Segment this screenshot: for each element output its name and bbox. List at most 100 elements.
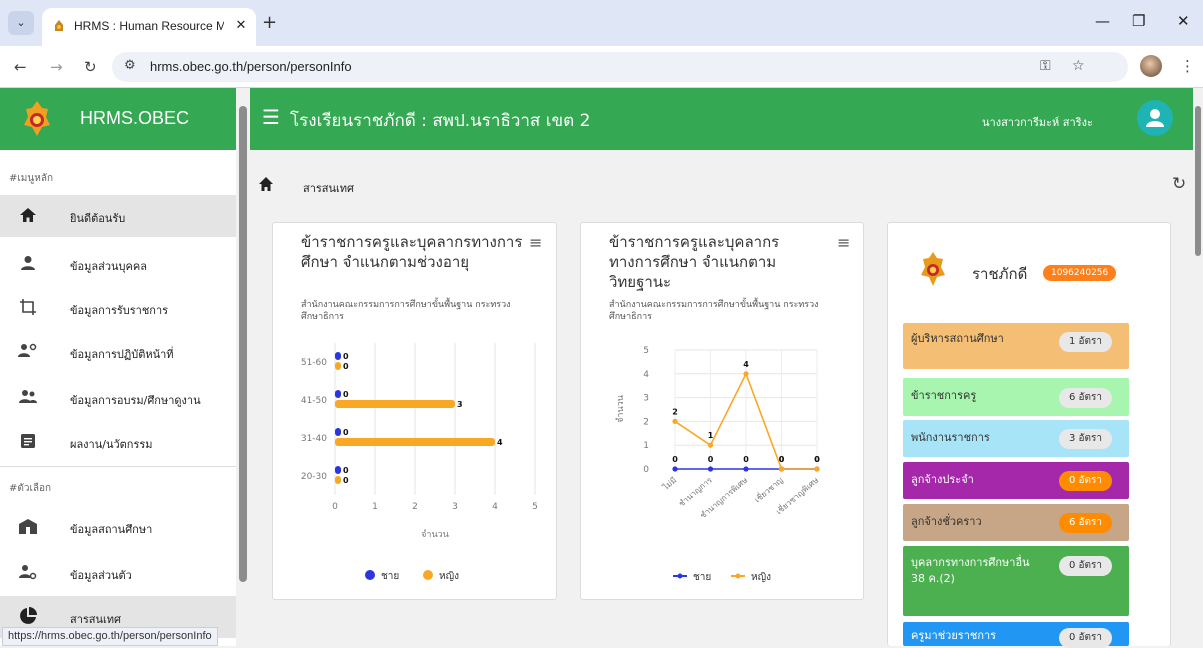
data-label: 1 [708, 431, 714, 440]
sidebar-item-training-info[interactable]: ข้อมูลการอบรม/ศึกษาดูงาน [0, 377, 236, 419]
y-tick-label: 51-60 [301, 358, 327, 368]
legend-label: หญิง [439, 571, 459, 582]
profile-avatar-icon[interactable] [1140, 55, 1162, 77]
stat-badge: 0 อัตรา [1059, 628, 1113, 648]
tab-search-button[interactable]: ⌄ [8, 11, 34, 35]
bar-female [335, 476, 341, 484]
sidebar-scroll-thumb[interactable] [239, 106, 247, 582]
y-tick-label: 41-50 [301, 396, 327, 406]
hamburger-menu-icon[interactable]: ☰ [262, 107, 280, 127]
sidebar-item-label: ข้อมูลการปฏิบัติหน้าที่ [70, 348, 174, 361]
tab-title: HRMS : Human Resource Mana [74, 19, 224, 33]
x-tick-label: 5 [532, 502, 538, 512]
back-icon[interactable]: ← [14, 58, 27, 76]
stat-label: ลูกจ้างชั่วคราว [911, 515, 982, 528]
person-settings-icon [18, 563, 38, 583]
stat-label: บุคลากรทางการศึกษาอื่น 38 ค.(2) [911, 556, 1030, 585]
x-tick-label: เชี่ยวชาญ [752, 474, 785, 504]
x-tick-label: 0 [332, 502, 338, 512]
legend-marker [423, 570, 433, 580]
sidebar-item-service-info[interactable]: ข้อมูลการรับราชการ [0, 287, 236, 329]
stat-badge: 6 อัตรา [1059, 513, 1113, 533]
tab-close-icon[interactable]: ✕ [232, 17, 250, 35]
bookmark-star-icon[interactable]: ☆ [1072, 58, 1085, 74]
bar-male [335, 466, 341, 474]
stat-badge: 3 อัตรา [1059, 429, 1113, 449]
minimize-icon[interactable]: — [1095, 12, 1110, 30]
user-avatar-icon[interactable] [1137, 100, 1173, 136]
breadcrumb: สารสนเทศ [303, 182, 355, 195]
y-tick-label: 0 [643, 465, 649, 475]
stat-label: ผู้บริหารสถานศึกษา [911, 332, 1004, 345]
data-point [707, 442, 714, 448]
restore-icon[interactable]: ❐ [1132, 12, 1145, 30]
breadcrumb-home-icon[interactable] [258, 176, 274, 192]
page-scrollbar[interactable] [1193, 88, 1203, 646]
sidebar-item-school-info[interactable]: ข้อมูลสถานศึกษา [0, 506, 236, 548]
legend-marker [365, 570, 375, 580]
org-code-badge: 1096240256 [1043, 265, 1117, 281]
user-name[interactable]: นางสาวการีมะห์ สาริงะ [982, 113, 1093, 131]
refresh-icon[interactable]: ↻ [1172, 174, 1186, 194]
sidebar-item-welcome[interactable]: ยินดีต้อนรับ [0, 195, 236, 237]
page-scroll-thumb[interactable] [1195, 106, 1201, 256]
sidebar: HRMS.OBEC #เมนูหลัก ยินดีต้อนรับ ข้อมูลส… [0, 88, 236, 646]
stat-label: พนักงานราชการ [911, 431, 990, 444]
window-close-icon[interactable]: ✕ [1177, 12, 1190, 30]
sidebar-item-works[interactable]: ผลงาน/นวัตกรรม [0, 421, 236, 463]
stat-label: ครูมาช่วยราชการ [911, 629, 997, 642]
stat-row-assisting-teachers: ครูมาช่วยราชการ 0 อัตรา [903, 622, 1129, 648]
data-point [743, 466, 749, 472]
sidebar-divider [0, 466, 236, 467]
data-label: 4 [743, 360, 749, 369]
browser-toolbar: ← → ↻ ⚙ hrms.obec.go.th/person/personInf… [0, 46, 1203, 88]
data-label: 0 [343, 390, 349, 399]
browser-menu-icon[interactable]: ⋮ [1180, 57, 1195, 75]
sidebar-item-label: ผลงาน/นวัตกรรม [70, 438, 153, 451]
bar-male [335, 390, 341, 398]
main-menu-heading: #เมนูหลัก [9, 173, 53, 184]
stat-row-other-personnel: บุคลากรทางการศึกษาอื่น 38 ค.(2) 0 อัตรา [903, 546, 1129, 616]
reload-icon[interactable]: ↻ [84, 58, 97, 76]
sidebar-scrollbar[interactable] [236, 88, 250, 646]
y-tick-label: 2 [643, 417, 649, 427]
legend-label: หญิง [751, 572, 771, 583]
sidebar-item-duty-info[interactable]: ข้อมูลการปฏิบัติหน้าที่ [0, 331, 236, 373]
sidebar-brand: HRMS.OBEC [80, 108, 190, 128]
sidebar-item-personal-info[interactable]: ข้อมูลส่วนบุคคล [0, 243, 236, 285]
legend-label: ชาย [693, 572, 711, 583]
sidebar-item-personal[interactable]: ข้อมูลส่วนตัว [0, 552, 236, 594]
sidebar-item-label: ข้อมูลการรับราชการ [70, 304, 169, 317]
data-label: 0 [343, 466, 349, 475]
stat-row-admin: ผู้บริหารสถานศึกษา 1 อัตรา [903, 323, 1129, 369]
data-label: 3 [457, 400, 463, 409]
obec-logo-icon [24, 101, 50, 136]
y-tick-label: 3 [643, 394, 649, 404]
top-header: ☰ โรงเรียนราชภักดี : สพป.นราธิวาส เขต 2 … [250, 88, 1193, 150]
sidebar-item-label: ข้อมูลส่วนตัว [70, 569, 132, 582]
y-tick-label: 1 [643, 441, 649, 451]
x-tick-label: 3 [452, 502, 458, 512]
legend-marker-dot [677, 573, 683, 579]
data-label: 0 [814, 455, 820, 464]
data-point [707, 466, 714, 472]
browser-tab[interactable]: HRMS : Human Resource Mana ✕ [42, 8, 256, 46]
data-label: 4 [497, 438, 503, 447]
y-tick-label: 4 [643, 370, 649, 380]
address-bar[interactable]: ⚙ hrms.obec.go.th/person/personInfo ⚿ ☆ [112, 52, 1128, 82]
age-bar-chart: 0 1 2 3 4 5จำนวน51-600041-500331-400420-3000ช… [301, 343, 538, 582]
forward-icon[interactable]: → [50, 58, 63, 76]
data-label: 0 [343, 352, 349, 361]
site-info-icon[interactable]: ⚙ [124, 58, 136, 73]
new-tab-icon[interactable]: + [262, 14, 277, 32]
sidebar-item-label: สารสนเทศ [70, 613, 122, 626]
x-tick-label: 2 [412, 502, 418, 512]
document-icon [18, 432, 38, 452]
school-title: โรงเรียนราชภักดี : สพป.นราธิวาส เขต 2 [290, 111, 591, 131]
bar-female [335, 362, 341, 370]
x-tick-label: ไม่มี [661, 476, 679, 493]
password-key-icon[interactable]: ⚿ [1040, 58, 1051, 74]
sidebar-item-label: ข้อมูลการอบรม/ศึกษาดูงาน [70, 394, 201, 407]
sidebar-header: HRMS.OBEC [0, 88, 236, 150]
stat-badge: 0 อัตรา [1059, 556, 1113, 576]
